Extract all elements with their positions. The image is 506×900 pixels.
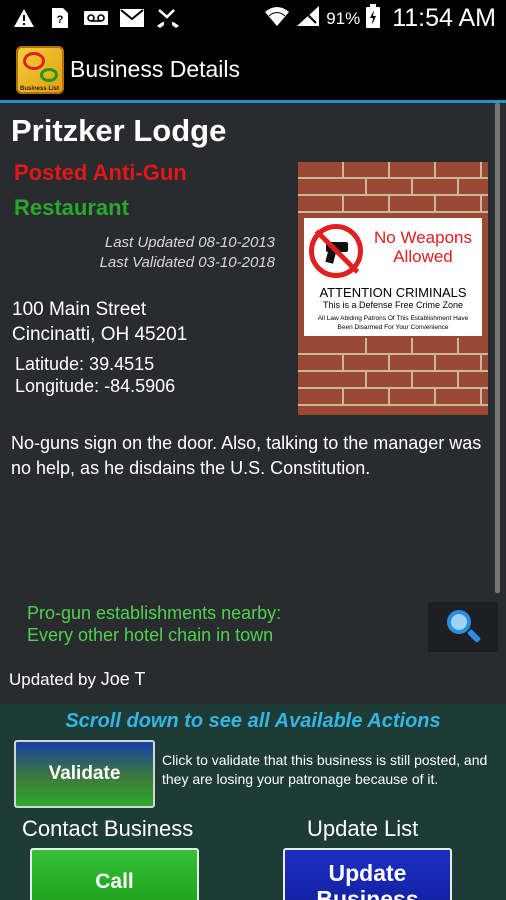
status-bar: ? 91% 11:54 AM — [0, 0, 506, 38]
signal-icon — [296, 5, 320, 32]
updated-by-name: Joe T — [100, 669, 146, 689]
svg-text:?: ? — [57, 14, 64, 26]
app-logo-text: Business List — [20, 86, 60, 92]
nearby-section: Pro-gun establishments nearby: Every oth… — [0, 600, 506, 657]
sign-line1: ATTENTION CRIMINALS — [319, 285, 467, 300]
sign-headline: No Weapons Allowed — [374, 228, 472, 266]
voicemail-icon — [84, 6, 108, 30]
business-comment: No-guns sign on the door. Also, talking … — [11, 433, 482, 478]
longitude: Longitude: -84.5906 — [15, 376, 176, 396]
unknown-sim-icon: ? — [48, 6, 72, 30]
scrollbar[interactable] — [495, 103, 500, 593]
updated-by-prefix: Updated by — [9, 670, 96, 689]
update-list-label: Update List — [307, 816, 419, 841]
actions-panel: Scroll down to see all Available Actions… — [0, 704, 506, 900]
no-weapons-placard: No Weapons Allowed ATTENTION CRIMINALS T… — [304, 218, 482, 336]
address-line2: Cincinatti, OH 45201 — [12, 324, 188, 345]
sign-line3: All Law Abiding Patrons Of This Establis… — [317, 315, 469, 331]
business-name: Pritzker Lodge — [11, 113, 227, 148]
nearby-line1: Pro-gun establishments nearby: — [27, 603, 282, 623]
coordinates: Latitude: 39.4515 Longitude: -84.5906 — [15, 353, 175, 397]
nearby-text: Pro-gun establishments nearby: Every oth… — [27, 602, 281, 646]
app-logo[interactable]: Business List — [16, 46, 64, 94]
contact-business-label: Contact Business — [22, 816, 194, 841]
business-category: Restaurant — [14, 195, 129, 220]
screen-title: Business Details — [70, 56, 241, 82]
clock: 11:54 AM — [392, 4, 496, 32]
update-business-button[interactable]: Update Business — [283, 848, 452, 900]
sign-photo[interactable]: No Weapons Allowed ATTENTION CRIMINALS T… — [298, 162, 488, 415]
last-updated: Last Updated 08-10-2013 — [104, 234, 275, 251]
nearby-line2: Every other hotel chain in town — [27, 625, 274, 645]
action-bar: Business List Business Details — [0, 38, 506, 101]
warning-icon — [12, 6, 36, 30]
posted-status: Posted Anti-Gun — [14, 160, 187, 185]
validate-description: Click to validate that this business is … — [162, 752, 488, 787]
no-guns-icon — [309, 224, 363, 278]
update-dates: Last Updated 08-10-2013 Last Validated 0… — [100, 233, 275, 273]
last-validated: Last Validated 03-10-2018 — [99, 254, 275, 271]
battery-percent: 91% — [326, 8, 361, 28]
validate-button[interactable]: Validate — [14, 740, 155, 808]
address-line1: 100 Main Street — [12, 299, 147, 320]
missed-call-icon — [156, 6, 180, 30]
wifi-icon — [264, 5, 290, 32]
scroll-hint: Scroll down to see all Available Actions — [65, 710, 441, 732]
business-address: 100 Main Street Cincinatti, OH 45201 — [12, 297, 187, 347]
battery-icon — [366, 4, 381, 33]
call-button[interactable]: Call — [30, 848, 199, 900]
email-icon — [120, 6, 144, 30]
business-details-content[interactable]: Pritzker Lodge Posted Anti-Gun Restauran… — [0, 103, 506, 900]
search-nearby-button[interactable] — [428, 602, 498, 652]
updated-by: Updated by Joe T — [9, 669, 145, 690]
sign-line2: This is a Defense Free Crime Zone — [322, 300, 464, 310]
latitude: Latitude: 39.4515 — [15, 354, 155, 374]
